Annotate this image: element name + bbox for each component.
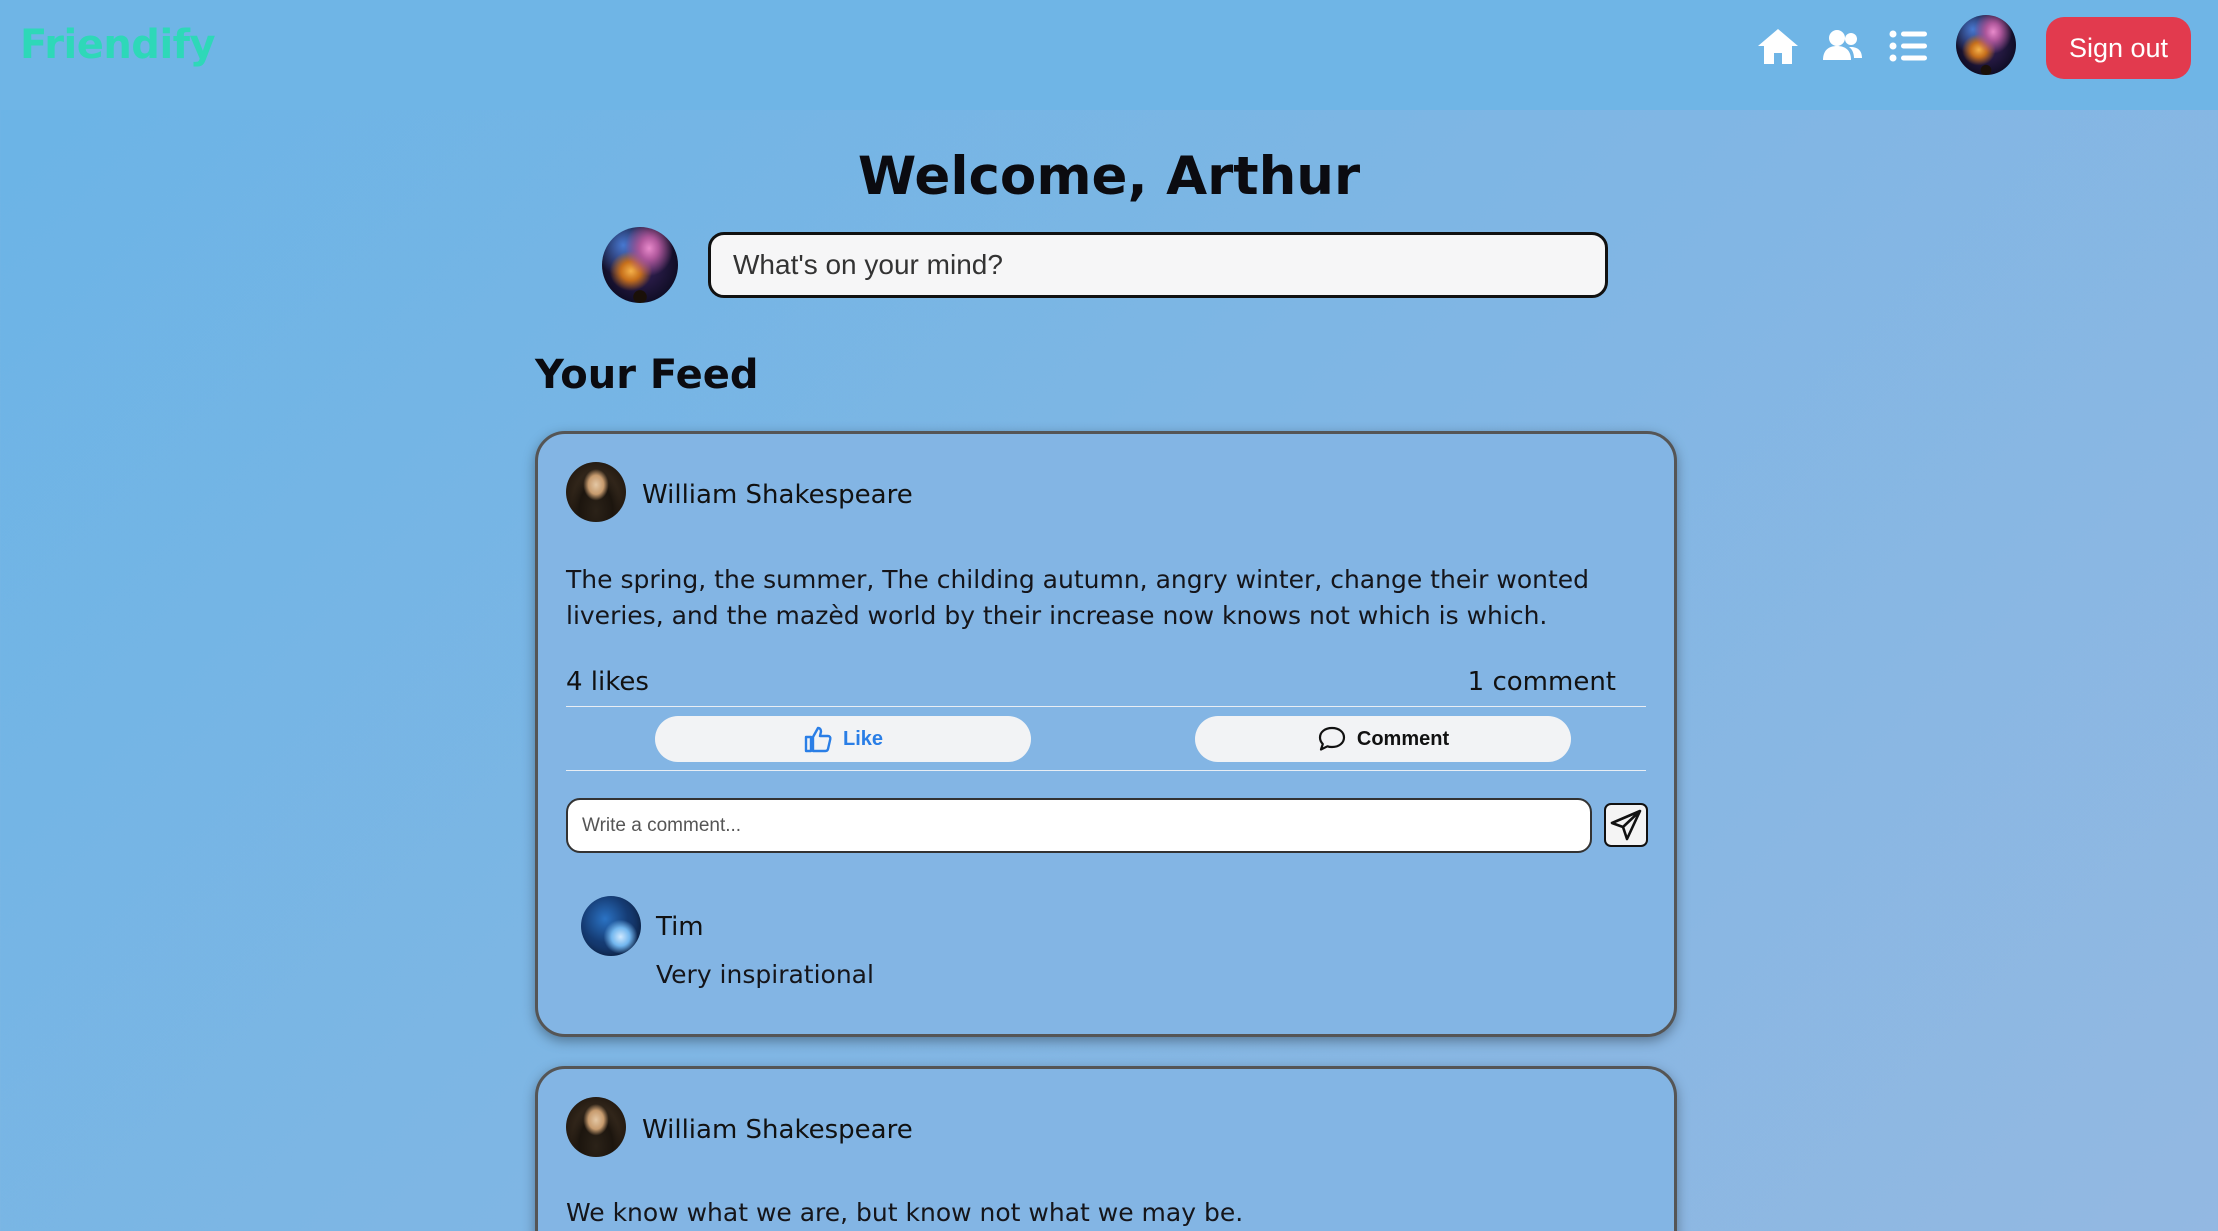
comment-button[interactable]: Comment	[1195, 716, 1571, 762]
post-text: The spring, the summer, The childing aut…	[566, 565, 1590, 630]
author-name[interactable]: William Shakespeare	[642, 1115, 913, 1145]
like-button[interactable]: Like	[655, 716, 1031, 762]
comments-count[interactable]: 1 comment	[1468, 667, 1616, 697]
thumbs-up-icon	[803, 724, 833, 754]
send-icon	[1609, 808, 1643, 842]
friends-icon[interactable]	[1820, 26, 1864, 66]
post-composer-input[interactable]	[708, 232, 1608, 298]
divider	[566, 770, 1646, 771]
author-avatar[interactable]	[566, 462, 626, 522]
comment-text: Very inspirational	[656, 960, 874, 989]
author-avatar[interactable]	[566, 1097, 626, 1157]
post-card: William Shakespeare The spring, the summ…	[535, 431, 1677, 1037]
send-comment-button[interactable]	[1604, 803, 1648, 847]
commenter-name[interactable]: Tim	[656, 912, 704, 942]
feed-title: Your Feed	[535, 352, 759, 398]
composer-avatar	[602, 227, 678, 303]
like-label: Like	[842, 727, 884, 750]
welcome-heading: Welcome, Arthur	[857, 146, 1361, 207]
author-name[interactable]: William Shakespeare	[642, 480, 913, 510]
comment-input[interactable]	[566, 798, 1592, 853]
top-nav-bar: Friendify Sign out	[0, 0, 2218, 110]
post-text: We know what we are, but know not what w…	[566, 1198, 1244, 1227]
brand-logo[interactable]: Friendify	[20, 22, 216, 68]
post-card: William Shakespeare We know what we are,…	[535, 1066, 1677, 1231]
speech-bubble-icon	[1317, 724, 1347, 754]
list-icon[interactable]	[1886, 26, 1930, 66]
home-icon[interactable]	[1756, 26, 1800, 66]
commenter-avatar[interactable]	[581, 896, 641, 956]
comment-label: Comment	[1356, 727, 1450, 750]
likes-count[interactable]: 4 likes	[566, 667, 649, 697]
user-avatar[interactable]	[1956, 15, 2016, 75]
sign-out-button[interactable]: Sign out	[2046, 17, 2191, 79]
divider	[566, 706, 1646, 707]
